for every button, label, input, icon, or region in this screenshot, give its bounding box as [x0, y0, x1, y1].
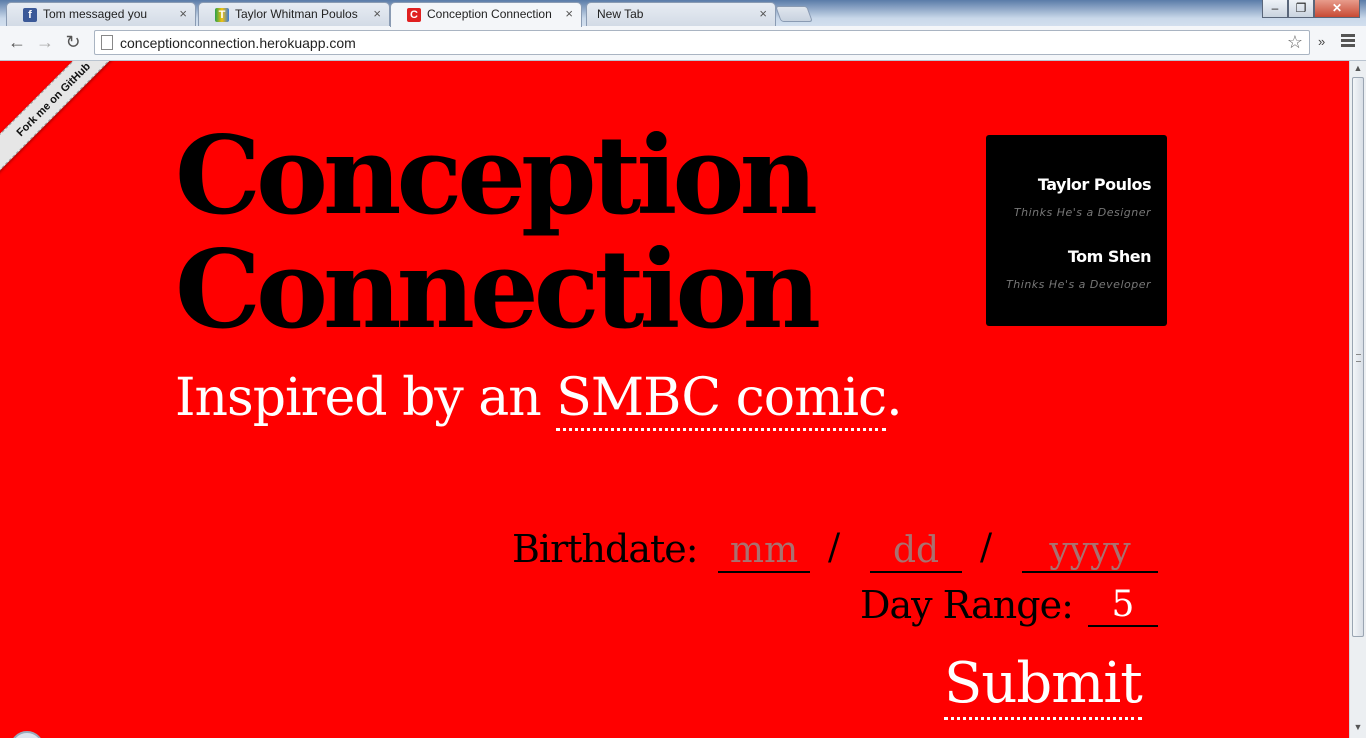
tab-label: Conception Connection [427, 7, 552, 21]
scroll-thumb[interactable] [1352, 77, 1364, 637]
tab-taylor-whitman-poulos[interactable]: T Taylor Whitman Poulos × [198, 2, 390, 26]
day-range-label: Day Range: [860, 583, 1074, 627]
overflow-chevron-icon[interactable]: » [1318, 34, 1325, 49]
month-input[interactable]: mm [718, 529, 810, 573]
date-separator: / [828, 527, 841, 568]
browser-chrome: f Tom messaged you × T Taylor Whitman Po… [0, 0, 1366, 61]
back-button[interactable]: ← [6, 32, 28, 54]
reload-icon: ↻ [65, 32, 81, 52]
tab-label: Taylor Whitman Poulos [235, 7, 358, 21]
address-bar[interactable]: conceptionconnection.herokuapp.com ☆ [94, 30, 1310, 55]
c-favicon-icon: C [407, 8, 421, 22]
close-icon[interactable]: × [179, 6, 187, 21]
maximize-button[interactable]: ❐ [1288, 0, 1314, 18]
page-content: Fork me on GitHub Conception Connection … [0, 61, 1349, 738]
t-favicon-icon: T [215, 8, 229, 22]
scroll-up-icon[interactable]: ▲ [1350, 63, 1366, 77]
forward-button[interactable]: → [34, 32, 56, 54]
tab-label: Tom messaged you [43, 7, 148, 21]
birthdate-label: Birthdate: [512, 527, 699, 571]
close-window-button[interactable]: ✕ [1314, 0, 1360, 18]
new-tab-button[interactable] [775, 6, 813, 22]
page-scrollbar[interactable]: ▲ ▼ [1349, 61, 1366, 738]
reload-button[interactable]: ↻ [62, 32, 84, 54]
tab-conception-connection[interactable]: C Conception Connection × [390, 2, 582, 27]
tab-strip: f Tom messaged you × T Taylor Whitman Po… [0, 0, 1366, 27]
page-icon [101, 35, 113, 50]
day-input[interactable]: dd [870, 529, 962, 573]
forward-arrow-icon: → [36, 32, 54, 52]
year-input[interactable]: yyyy [1022, 529, 1158, 573]
facebook-favicon-icon: f [23, 8, 37, 22]
close-icon[interactable]: × [373, 6, 381, 21]
scroll-down-icon[interactable]: ▼ [1350, 722, 1366, 736]
bookmark-star-icon[interactable]: ☆ [1287, 32, 1303, 53]
url-text[interactable]: conceptionconnection.herokuapp.com [120, 35, 356, 51]
close-icon[interactable]: × [759, 6, 767, 21]
tab-new-tab[interactable]: New Tab × [586, 2, 776, 26]
back-arrow-icon: ← [8, 32, 26, 52]
close-icon[interactable]: × [565, 6, 573, 21]
date-separator: / [980, 527, 993, 568]
menu-icon[interactable] [1340, 32, 1356, 52]
birthdate-form: Birthdate: mm / dd / yyyy Day Range: 5 S… [0, 61, 1349, 738]
minimize-button[interactable]: – [1262, 0, 1288, 18]
tab-label: New Tab [597, 7, 644, 21]
browser-toolbar: ← → ↻ conceptionconnection.herokuapp.com… [0, 26, 1366, 61]
day-range-input[interactable]: 5 [1088, 583, 1158, 627]
tab-facebook[interactable]: f Tom messaged you × [6, 2, 196, 26]
submit-button[interactable]: Submit [944, 651, 1143, 720]
